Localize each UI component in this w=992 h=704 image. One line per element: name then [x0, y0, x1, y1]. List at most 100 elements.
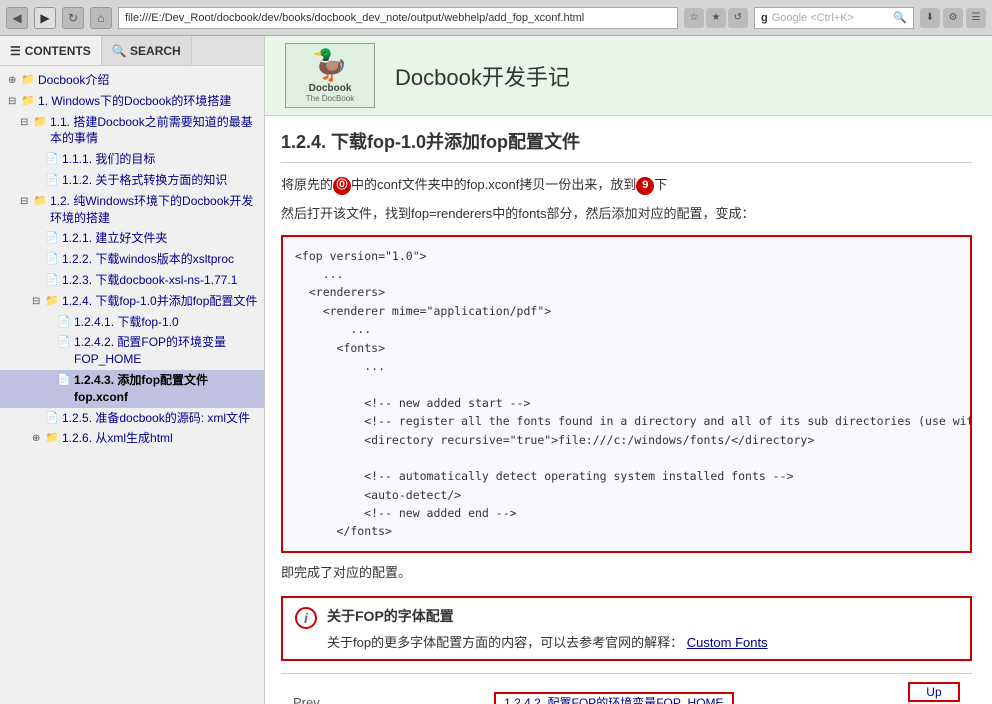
info-icon: i [295, 607, 317, 629]
sidebar-item-ch1-2-2[interactable]: 📄1.2.2. 下载windos版本的xsltproc [0, 249, 264, 270]
sidebar-item-ch1-2-4-3[interactable]: 📄1.2.4.3. 添加fop配置文件fop.xconf [0, 370, 264, 408]
prev-label: Prev [293, 695, 320, 704]
tree-icon-ch1-2-4-2: 📄 [57, 335, 71, 350]
tree-icon-ch1-2-4-1: 📄 [57, 315, 71, 330]
tree-icon-ch1-2: 📁 [33, 194, 47, 209]
tree-label-docbook-intro: Docbook介绍 [38, 72, 260, 89]
tree-label-ch1-2-4: 1.2.4. 下载fop-1.0并添加fop配置文件 [62, 293, 260, 310]
up-button[interactable]: Up [908, 682, 960, 702]
sidebar-item-ch1-2-4-2[interactable]: 📄1.2.4.2. 配置FOP的环境变量FOP_HOME [0, 332, 264, 370]
tree-label-ch1-2: 1.2. 纯Windows环境下的Docbook开发环境的搭建 [50, 193, 260, 227]
logo: 🦆 Docbook The DocBook [285, 43, 375, 108]
tree-icon-ch1-1-1: 📄 [45, 152, 59, 167]
forward-button[interactable]: ▶ [34, 7, 56, 29]
tree-toggle-ch1[interactable]: ⊟ [8, 95, 18, 109]
sidebar-item-ch1-2[interactable]: ⊟📁1.2. 纯Windows环境下的Docbook开发环境的搭建 [0, 191, 264, 229]
tree-toggle-ch1-2[interactable]: ⊟ [20, 195, 30, 209]
sidebar-item-ch1-1-1[interactable]: 📄1.1.1. 我们的目标 [0, 149, 264, 170]
sidebar: ☰ CONTENTS 🔍 SEARCH ⊕📁Docbook介绍⊟📁1. Wind… [0, 36, 265, 704]
sidebar-tree: ⊕📁Docbook介绍⊟📁1. Windows下的Docbook的环境搭建⊟📁1… [0, 66, 264, 704]
sidebar-item-ch1-2-6[interactable]: ⊕📁1.2.6. 从xml生成html [0, 428, 264, 449]
page-title: 1.2.4. 下载fop-1.0并添加fop配置文件 [281, 128, 972, 163]
tree-label-ch1-2-4-1: 1.2.4.1. 下载fop-1.0 [74, 314, 260, 331]
back-button[interactable]: ◀ [6, 7, 28, 29]
para2: 然后打开该文件，找到fop=renderers中的fonts部分，然后添加对应的… [281, 204, 972, 225]
tree-label-ch1-1-2: 1.1.2. 关于格式转换方面的知识 [62, 172, 260, 189]
info-body: 关于FOP的字体配置 关于fop的更多字体配置方面的内容，可以去参考官网的解释：… [327, 606, 768, 651]
logo-duck-icon: 🦆 [311, 48, 348, 83]
prev-page-link[interactable]: 1.2.4.2. 配置FOP的环境变量FOP_HOME [494, 692, 733, 704]
address-text: file:///E:/Dev_Root/docbook/dev/books/do… [125, 12, 671, 24]
tree-icon-ch1-2-4-3: 📄 [57, 373, 71, 388]
tree-label-ch1-1: 1.1. 搭建Docbook之前需要知道的最基本的事情 [50, 114, 260, 148]
search-icon: 🔍 [893, 11, 907, 24]
para1: 将原先的⓪中的conf文件夹中的fop.xconf拷贝一份出来，放到9下 [281, 175, 972, 196]
page-body: 1.2.4. 下载fop-1.0并添加fop配置文件 将原先的⓪中的conf文件… [265, 116, 992, 704]
tab-contents-label: CONTENTS [25, 44, 91, 58]
tree-label-ch1-1-1: 1.1.1. 我们的目标 [62, 151, 260, 168]
annot-nine: 9 [636, 177, 654, 195]
sidebar-item-ch1-2-4[interactable]: ⊟📁1.2.4. 下载fop-1.0并添加fop配置文件 [0, 291, 264, 312]
tree-label-ch1-2-1: 1.2.1. 建立好文件夹 [62, 230, 260, 247]
info-box: i 关于FOP的字体配置 关于fop的更多字体配置方面的内容，可以去参考官网的解… [281, 596, 972, 661]
bookmark-star2-icon[interactable]: ★ [706, 8, 726, 28]
tree-icon-ch1-2-1: 📄 [45, 231, 59, 246]
tree-icon-ch1-2-6: 📁 [45, 431, 59, 446]
home-nav-button[interactable]: ⌂ [90, 7, 112, 29]
sidebar-item-ch1-2-1[interactable]: 📄1.2.1. 建立好文件夹 [0, 228, 264, 249]
tree-icon-ch1-2-3: 📄 [45, 273, 59, 288]
tree-label-ch1-2-4-2: 1.2.4.2. 配置FOP的环境变量FOP_HOME [74, 334, 260, 368]
logo-text: Docbook [309, 83, 352, 94]
tree-icon-ch1-1: 📁 [33, 115, 47, 130]
sidebar-item-ch1-2-5[interactable]: 📄1.2.5. 准备docbook的源码: xml文件 [0, 408, 264, 429]
annot-zero: ⓪ [333, 177, 351, 195]
para3: 即完成了对应的配置。 [281, 563, 972, 584]
refresh-button[interactable]: ↻ [62, 7, 84, 29]
logo-subtitle: The DocBook [306, 94, 354, 103]
browser-chrome: ◀ ▶ ↻ ⌂ file:///E:/Dev_Root/docbook/dev/… [0, 0, 992, 36]
tree-toggle-ch1-1[interactable]: ⊟ [20, 116, 30, 130]
site-title: Docbook开发手记 [395, 60, 570, 92]
tree-icon-ch1-1-2: 📄 [45, 173, 59, 188]
up-home-nav: Up Home [908, 682, 960, 704]
tree-toggle-ch1-2-6[interactable]: ⊕ [32, 432, 42, 446]
tree-label-ch1-2-6: 1.2.6. 从xml生成html [62, 430, 260, 447]
tree-icon-ch1-2-5: 📄 [45, 411, 59, 426]
sidebar-item-ch1-1[interactable]: ⊟📁1.1. 搭建Docbook之前需要知道的最基本的事情 [0, 112, 264, 150]
content-area: 🦆 Docbook The DocBook Docbook开发手记 1.2.4.… [265, 36, 992, 704]
contents-icon: ☰ [10, 44, 21, 58]
tree-toggle-ch1-2-4[interactable]: ⊟ [32, 295, 42, 309]
code-content: <fop version="1.0"> ... <renderers> <ren… [295, 247, 958, 541]
bookmark-star-icon[interactable]: ☆ [684, 8, 704, 28]
tree-label-ch1: 1. Windows下的Docbook的环境搭建 [38, 93, 260, 110]
tree-toggle-docbook-intro[interactable]: ⊕ [8, 74, 18, 88]
code-block: <fop version="1.0"> ... <renderers> <ren… [281, 235, 972, 553]
search-engine-icon: g [761, 12, 768, 24]
search-placeholder: Google <Ctrl+K> [772, 12, 854, 24]
info-content: 关于fop的更多字体配置方面的内容，可以去参考官网的解释： Custom Fon… [327, 632, 768, 651]
tree-icon-ch1-2-4: 📁 [45, 294, 59, 309]
tab-search-label: 🔍 SEARCH [112, 44, 181, 58]
tree-label-ch1-2-2: 1.2.2. 下载windos版本的xsltproc [62, 251, 260, 268]
sidebar-item-ch1[interactable]: ⊟📁1. Windows下的Docbook的环境搭建 [0, 91, 264, 112]
tree-label-ch1-2-4-3: 1.2.4.3. 添加fop配置文件fop.xconf [74, 372, 260, 406]
tree-icon-ch1-2-2: 📄 [45, 252, 59, 267]
search-bar[interactable]: g Google <Ctrl+K> 🔍 [754, 7, 914, 29]
sidebar-item-ch1-2-4-1[interactable]: 📄1.2.4.1. 下载fop-1.0 [0, 312, 264, 333]
tree-label-ch1-2-5: 1.2.5. 准备docbook的源码: xml文件 [62, 410, 260, 427]
info-title: 关于FOP的字体配置 [327, 606, 768, 626]
settings-icon[interactable]: ⚙ [943, 8, 963, 28]
prev-link-box: 1.2.4.2. 配置FOP的环境变量FOP_HOME [494, 694, 733, 704]
download-icon[interactable]: ⬇ [920, 8, 940, 28]
sidebar-item-ch1-1-2[interactable]: 📄1.1.2. 关于格式转换方面的知识 [0, 170, 264, 191]
menu-icon[interactable]: ☰ [966, 8, 986, 28]
tab-search[interactable]: 🔍 SEARCH [102, 36, 192, 65]
tab-contents[interactable]: ☰ CONTENTS [0, 36, 102, 65]
tree-icon-docbook-intro: 📁 [21, 73, 35, 88]
address-bar[interactable]: file:///E:/Dev_Root/docbook/dev/books/do… [118, 7, 678, 29]
sidebar-item-docbook-intro[interactable]: ⊕📁Docbook介绍 [0, 70, 264, 91]
custom-fonts-link[interactable]: Custom Fonts [687, 635, 768, 650]
refresh2-icon[interactable]: ↺ [728, 8, 748, 28]
sidebar-item-ch1-2-3[interactable]: 📄1.2.3. 下载docbook-xsl-ns-1.77.1 [0, 270, 264, 291]
tree-label-ch1-2-3: 1.2.3. 下载docbook-xsl-ns-1.77.1 [62, 272, 260, 289]
